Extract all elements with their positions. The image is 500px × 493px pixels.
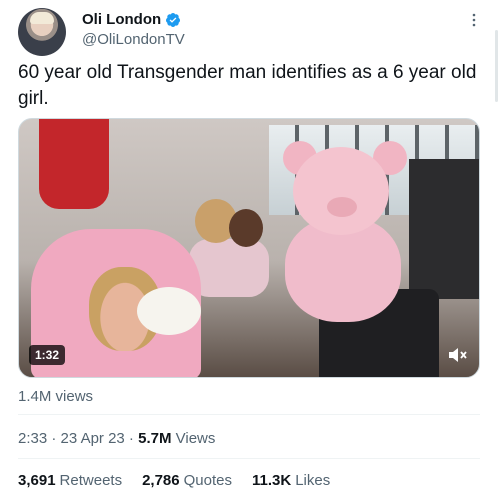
mute-icon[interactable] — [445, 343, 469, 367]
quotes-label: Quotes — [183, 472, 232, 489]
video-frame-teddy-bear — [269, 141, 419, 322]
meta-separator: · — [124, 430, 139, 447]
retweets-stat[interactable]: 3,691 Retweets — [18, 472, 122, 489]
video-frame-red-garment — [39, 119, 109, 209]
video-player[interactable]: 1:32 — [18, 118, 480, 378]
author-handle[interactable]: @OliLondonTV — [82, 31, 185, 48]
meta-separator: · — [47, 430, 61, 447]
more-options-icon[interactable] — [466, 12, 482, 28]
tweet-date[interactable]: 23 Apr 23 — [61, 430, 125, 447]
quotes-stat[interactable]: 2,786 Quotes — [142, 472, 232, 489]
verified-badge-icon — [166, 12, 181, 27]
avatar[interactable] — [18, 8, 66, 56]
tweet-time[interactable]: 2:33 — [18, 430, 47, 447]
likes-stat[interactable]: 11.3K Likes — [252, 472, 330, 489]
likes-label: Likes — [295, 472, 331, 489]
divider — [18, 414, 480, 415]
video-frame-dolls — [189, 199, 269, 299]
likes-count: 11.3K — [252, 472, 292, 489]
video-frame-plush-dog — [137, 287, 201, 335]
video-view-count: 1.4M views — [18, 388, 94, 405]
tweet-text: 60 year old Transgender man identifies a… — [18, 62, 477, 109]
tweet-header: Oli London @OliLondonTV — [18, 8, 482, 56]
video-frame-shelf — [409, 159, 479, 299]
video-duration-badge: 1:32 — [29, 345, 66, 365]
scrollbar[interactable] — [495, 30, 498, 102]
retweets-count: 3,691 — [18, 472, 56, 489]
tweet-views-label: Views — [171, 430, 216, 447]
divider — [18, 458, 480, 459]
tweet-stats: 3,691 Retweets 2,786 Quotes 11.3K Likes — [18, 472, 330, 489]
tweet-views-count: 5.7M — [138, 430, 172, 447]
author-display-name[interactable]: Oli London — [82, 11, 161, 28]
tweet-meta: 2:33 · 23 Apr 23 · 5.7M Views — [18, 430, 215, 447]
quotes-count: 2,786 — [142, 472, 180, 489]
author-name-row[interactable]: Oli London — [82, 11, 181, 28]
retweets-label: Retweets — [59, 472, 123, 489]
